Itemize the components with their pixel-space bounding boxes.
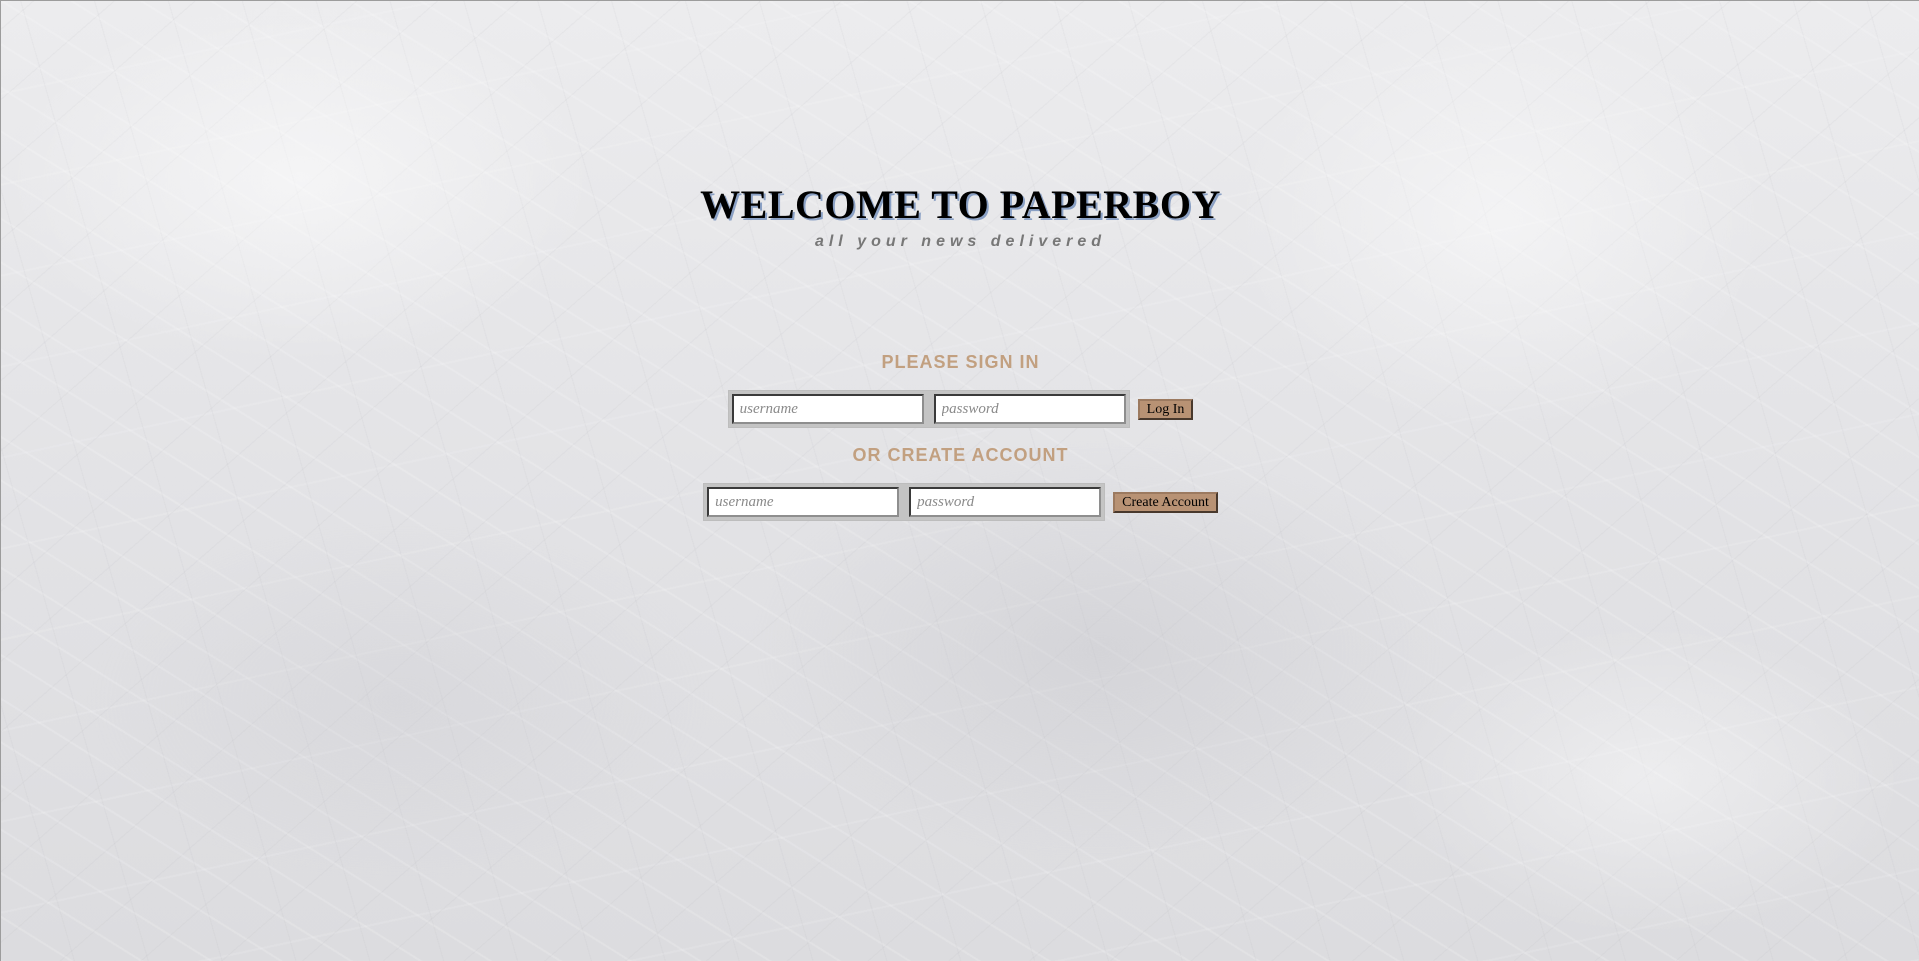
sign-in-password-input[interactable] xyxy=(933,394,1126,424)
create-account-form: Create Account xyxy=(1,483,1919,521)
page-title: WELCOME TO PAPERBOY xyxy=(700,182,1221,227)
tagline: all your news delivered xyxy=(814,233,1107,250)
create-account-username-input[interactable] xyxy=(707,487,900,517)
sign-in-fields xyxy=(727,390,1130,428)
site-header: WELCOME TO PAPERBOY all your news delive… xyxy=(1,181,1919,253)
create-account-button[interactable]: Create Account xyxy=(1113,491,1218,513)
sign-in-form: Log In xyxy=(1,390,1919,428)
sign-in-heading: PLEASE SIGN IN xyxy=(881,352,1040,372)
log-in-button[interactable]: Log In xyxy=(1137,398,1194,420)
sign-in-username-input[interactable] xyxy=(731,394,924,424)
create-account-password-input[interactable] xyxy=(909,487,1102,517)
create-account-heading: OR CREATE ACCOUNT xyxy=(852,445,1069,465)
create-account-fields xyxy=(703,483,1106,521)
